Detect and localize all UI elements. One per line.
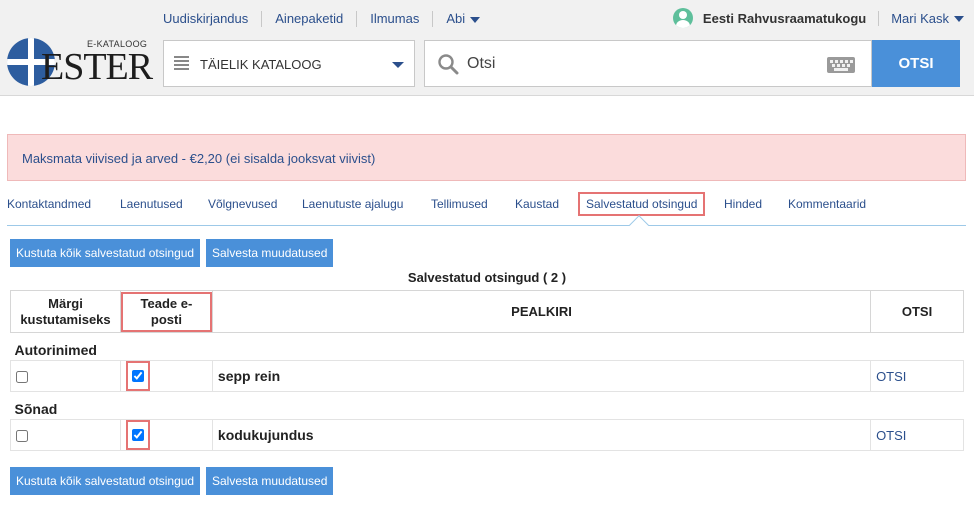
run-search-link[interactable]: OTSI [876, 428, 906, 443]
catalog-select[interactable]: TÄIELIK KATALOOG [163, 40, 415, 87]
chevron-down-icon [470, 16, 481, 23]
fines-alert-text: Maksmata viivised ja arved - €2,20 (ei s… [22, 151, 376, 166]
mark-delete-checkbox[interactable] [16, 430, 28, 443]
search-input[interactable] [467, 49, 817, 79]
search-icon [438, 54, 459, 75]
search-box [424, 40, 872, 87]
table-title: Salvestatud otsingud ( 2 ) [407, 270, 567, 285]
delete-all-saved-searches-button-bottom[interactable]: Kustuta kõik salvestatud otsingud [10, 467, 201, 495]
user-icon [672, 8, 693, 28]
email-checkbox-highlight [125, 361, 150, 391]
group-row: Autorinimed [11, 333, 964, 361]
search-link-cell: OTSI [870, 360, 964, 392]
user-area: Eesti Rahvusraamatukogu Mari Kask [672, 8, 964, 28]
header-email-notify-label: Teade e-posti [120, 291, 212, 332]
save-changes-button-bottom[interactable]: Salvesta muudatused [206, 467, 334, 495]
search-title: sepp rein [211, 360, 872, 392]
username-label: Mari Kask [891, 10, 949, 26]
tab-kontaktandmed[interactable]: Kontaktandmed [7, 197, 91, 211]
email-notify-checkbox[interactable] [131, 429, 144, 441]
list-icon [174, 56, 189, 72]
fines-alert: Maksmata viivised ja arved - €2,20 (ei s… [7, 134, 966, 181]
header-mark-delete: Märgi kustutamiseks [10, 290, 121, 333]
search-title: kodukujundus [211, 419, 872, 451]
top-navigation: Uudiskirjandus Ainepaketid Ilmumas Abi [163, 11, 493, 27]
tab-hinded[interactable]: Hinded [724, 197, 762, 211]
account-tabs: Kontaktandmed Laenutused Võlgnevused Lae… [7, 190, 966, 226]
email-notify-checkbox[interactable] [131, 370, 144, 382]
active-tab-pointer [629, 215, 649, 226]
catalog-select-value: TÄIELIK KATALOOG [200, 57, 322, 72]
saved-searches-table: Märgi kustutamiseks Teade e-posti PEALKI… [10, 290, 964, 451]
search-link-cell: OTSI [870, 419, 964, 451]
tab-salvestatud-otsingud[interactable]: Salvestatud otsingud [578, 192, 706, 216]
delete-cell [10, 360, 121, 392]
keyboard-icon[interactable] [827, 57, 855, 73]
tab-kaustad[interactable]: Kaustad [515, 197, 559, 211]
chevron-down-icon [392, 62, 404, 68]
delete-cell [10, 419, 121, 451]
email-cell [119, 419, 213, 451]
email-checkbox-highlight [125, 420, 150, 450]
nav-link-uudiskirjandus[interactable]: Uudiskirjandus [163, 11, 261, 27]
library-name[interactable]: Eesti Rahvusraamatukogu [703, 10, 880, 26]
logo-title: ESTER [41, 46, 153, 88]
email-cell [119, 360, 213, 392]
tab-laenutused[interactable]: Laenutused [120, 197, 183, 211]
nav-link-abi[interactable]: Abi [432, 11, 493, 27]
run-search-link[interactable]: OTSI [876, 369, 906, 384]
header-title: PEALKIRI [211, 290, 872, 333]
tab-tellimused[interactable]: Tellimused [431, 197, 488, 211]
tab-volgnevused[interactable]: Võlgnevused [208, 197, 277, 211]
header: Uudiskirjandus Ainepaketid Ilmumas Abi E… [0, 0, 974, 96]
header-search: OTSI [870, 290, 964, 333]
ester-logo[interactable]: E-KATALOOG ESTER [7, 37, 153, 88]
search-button[interactable]: OTSI [872, 40, 960, 87]
group-row: Sõnad [11, 392, 964, 420]
delete-all-saved-searches-button[interactable]: Kustuta kõik salvestatud otsingud [10, 239, 201, 267]
nav-link-abi-label: Abi [446, 11, 466, 26]
chevron-down-icon [954, 16, 964, 23]
nav-link-ainepaketid[interactable]: Ainepaketid [261, 11, 356, 27]
table-row: sepp rein OTSI [10, 360, 964, 392]
tab-laenutuste-ajalugu[interactable]: Laenutuste ajalugu [302, 197, 403, 211]
save-changes-button[interactable]: Salvesta muudatused [206, 239, 334, 267]
group-name: Autorinimed [14, 341, 97, 358]
group-name: Sõnad [14, 400, 58, 417]
nav-link-ilmumas[interactable]: Ilmumas [356, 11, 432, 27]
username-menu[interactable]: Mari Kask [879, 11, 964, 26]
header-email-notify: Teade e-posti [119, 290, 213, 333]
tab-kommentaarid[interactable]: Kommentaarid [788, 197, 866, 211]
table-row: kodukujundus OTSI [10, 419, 964, 451]
mark-delete-checkbox[interactable] [16, 371, 28, 384]
